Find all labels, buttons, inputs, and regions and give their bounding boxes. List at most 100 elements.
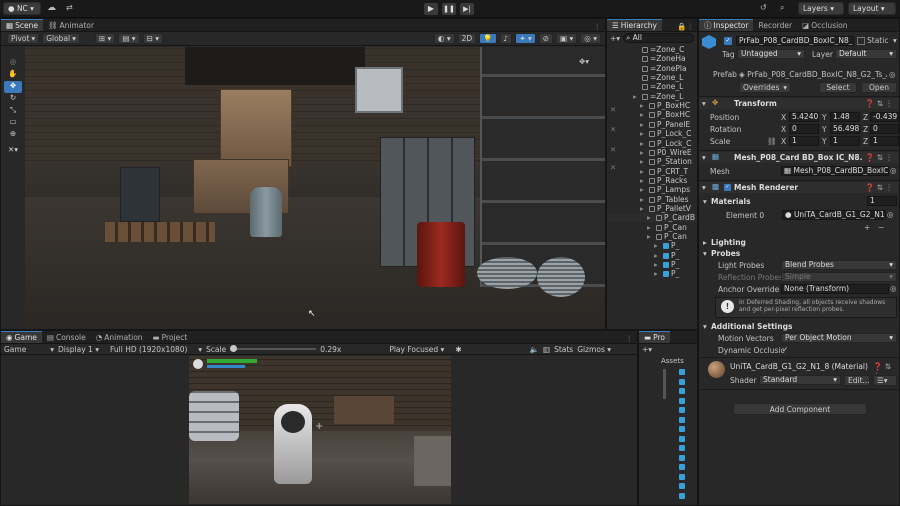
mode-2d-toggle[interactable]: 2D: [457, 33, 477, 44]
foldout-arrow-icon[interactable]: ▾: [703, 322, 707, 331]
scene-viewport[interactable]: ↖: [25, 47, 605, 329]
tab-project[interactable]: ▬ Project: [148, 331, 193, 343]
project-scrollbar[interactable]: [663, 369, 666, 399]
global-dropdown[interactable]: Global ▾: [42, 33, 80, 44]
foldout-arrow-icon[interactable]: ▸: [703, 238, 707, 247]
scale-z-field[interactable]: 1: [870, 136, 899, 146]
overrides-dropdown[interactable]: Overrides ▾: [739, 82, 791, 93]
add-material-button[interactable]: +: [864, 223, 870, 232]
hierarchy-item[interactable]: P_: [607, 251, 697, 260]
game-viewport[interactable]: +: [189, 356, 451, 504]
foldout-arrow-icon[interactable]: ▸: [654, 269, 658, 278]
mesh-target-icon[interactable]: ◎: [890, 166, 897, 175]
mesh-renderer-header-icons[interactable]: ❓ ⇅ ⋮: [865, 183, 893, 192]
hierarchy-item[interactable]: P_Can: [607, 232, 697, 241]
add-component-button[interactable]: Add Component: [733, 403, 867, 415]
stats-toggle[interactable]: Stats: [554, 345, 573, 354]
asset-icon[interactable]: [679, 464, 685, 470]
prefab-target-icon[interactable]: ◎: [889, 70, 896, 79]
foldout-arrow-icon[interactable]: ▸: [640, 167, 644, 176]
tab-game[interactable]: ◉ Game: [1, 331, 42, 343]
align-button[interactable]: ⊟ ▾: [142, 33, 164, 44]
foldout-arrow-icon[interactable]: ▸: [647, 223, 651, 232]
foldout-arrow-icon[interactable]: ▸: [640, 120, 644, 129]
foldout-arrow-icon[interactable]: ▸: [640, 195, 644, 204]
hierarchy-item[interactable]: P0_WireE: [607, 148, 697, 157]
scale-slider[interactable]: [230, 345, 317, 352]
asset-icon[interactable]: [679, 378, 685, 385]
play-mode-dropdown[interactable]: Play Focused ▾: [389, 345, 451, 354]
foldout-arrow-icon[interactable]: ▾: [702, 183, 706, 192]
hierarchy-item[interactable]: P_Racks: [607, 176, 697, 185]
layout-dropdown[interactable]: Layout ▾: [848, 2, 896, 15]
reflection-probes-dropdown[interactable]: Simple ▾: [781, 272, 897, 282]
visibility-toggle-icon[interactable]: ✕: [610, 163, 616, 172]
asset-icon[interactable]: [679, 445, 685, 451]
foldout-arrow-icon[interactable]: ▸: [647, 232, 651, 241]
hierarchy-item[interactable]: P_CRT_T: [607, 167, 697, 176]
tab-occlusion[interactable]: ◪ Occlusion: [797, 19, 852, 31]
rect-tool-icon[interactable]: ▭: [4, 117, 22, 129]
visibility-toggle-icon[interactable]: ✕: [610, 145, 616, 154]
remove-material-button[interactable]: −: [878, 223, 884, 232]
foldout-arrow-icon[interactable]: ▸: [640, 101, 644, 110]
anchor-override-field[interactable]: None (Transform): [781, 284, 889, 294]
game-menu-icon[interactable]: ⋮: [626, 334, 638, 343]
link-scale-icon[interactable]: ⛓: [767, 137, 777, 146]
material-list-dropdown[interactable]: ☰▾: [873, 375, 897, 386]
asset-icon[interactable]: [679, 435, 685, 442]
asset-icon[interactable]: [679, 416, 685, 423]
hierarchy-search-input[interactable]: ⌕ All: [623, 33, 694, 43]
foldout-arrow-icon[interactable]: ▾: [703, 197, 707, 206]
foldout-arrow-icon[interactable]: ▸: [654, 241, 658, 250]
hierarchy-item[interactable]: P_PanelE: [607, 120, 697, 129]
static-checkbox[interactable]: [857, 37, 865, 45]
foldout-arrow-icon[interactable]: ▾: [703, 249, 707, 258]
hierarchy-item[interactable]: P_BoxHC: [607, 110, 697, 119]
object-name-field[interactable]: PrFab_P08_CardBD_BoxIC_N8_l: [736, 36, 854, 46]
hierarchy-item[interactable]: P_Can: [607, 223, 697, 232]
audio-mute-icon[interactable]: 🔈: [530, 345, 539, 354]
tab-recorder[interactable]: Recorder: [753, 19, 797, 31]
mesh-renderer-enabled-checkbox[interactable]: ✓: [724, 184, 731, 191]
hierarchy-item[interactable]: P_Lock_C: [607, 129, 697, 138]
asset-icon[interactable]: [679, 492, 685, 499]
grid-snap-button[interactable]: ⊞ ▾: [94, 33, 116, 44]
asset-icon[interactable]: [679, 473, 685, 480]
position-x-field[interactable]: 5.4240: [789, 112, 819, 122]
asset-icon[interactable]: [679, 426, 685, 432]
active-checkbox[interactable]: ✓: [724, 37, 732, 45]
account-dropdown[interactable]: ● NC ▾: [3, 2, 41, 15]
tab-animator[interactable]: ⛓ Animator: [43, 19, 99, 31]
position-z-field[interactable]: -0.439: [870, 112, 899, 122]
hierarchy-item[interactable]: =ZonePla: [607, 64, 697, 73]
element0-field[interactable]: ● UniTA_CardB_G1_G2_N1_8: [782, 210, 886, 220]
game-view-dropdown[interactable]: Game ▾: [4, 345, 54, 354]
history-icon[interactable]: ↺: [760, 3, 772, 15]
foldout-arrow-icon[interactable]: ▸: [647, 213, 651, 222]
hierarchy-item[interactable]: P_Lamps: [607, 185, 697, 194]
rotate-tool-icon[interactable]: ↻: [4, 93, 22, 105]
hierarchy-item[interactable]: P_Tables: [607, 195, 697, 204]
anchor-target-icon[interactable]: ◎: [890, 284, 897, 293]
hierarchy-item[interactable]: P_: [607, 241, 697, 250]
scene-menu-icon[interactable]: ⋮: [594, 22, 606, 31]
cloud-icon[interactable]: ☁: [47, 3, 59, 14]
shader-dropdown[interactable]: Standard ▾: [759, 375, 841, 385]
hierarchy-item[interactable]: P_PalletV: [607, 204, 697, 213]
hierarchy-item[interactable]: P_: [607, 260, 697, 269]
resolution-dropdown[interactable]: Full HD (1920x1080) ▾: [110, 345, 202, 354]
layer-dropdown[interactable]: Default ▾: [835, 49, 897, 59]
collab-icon[interactable]: ⇄: [66, 3, 78, 14]
hierarchy-item[interactable]: =Zone_L: [607, 92, 697, 101]
play-button[interactable]: ▶: [424, 3, 438, 15]
tab-scene[interactable]: ▦ Scene: [1, 19, 43, 31]
hierarchy-item[interactable]: =Zone_C: [607, 45, 697, 54]
transform-header-icons[interactable]: ❓ ⇅ ⋮: [865, 99, 893, 108]
asset-icon[interactable]: [679, 454, 685, 461]
tab-project-mini[interactable]: ▬ Pro: [639, 331, 670, 343]
hierarchy-item[interactable]: =ZoneHa: [607, 54, 697, 63]
tab-hierarchy[interactable]: ☰ Hierarchy: [607, 19, 662, 31]
foldout-arrow-icon[interactable]: ▸: [654, 260, 658, 269]
hierarchy-item[interactable]: P_Station: [607, 157, 697, 166]
